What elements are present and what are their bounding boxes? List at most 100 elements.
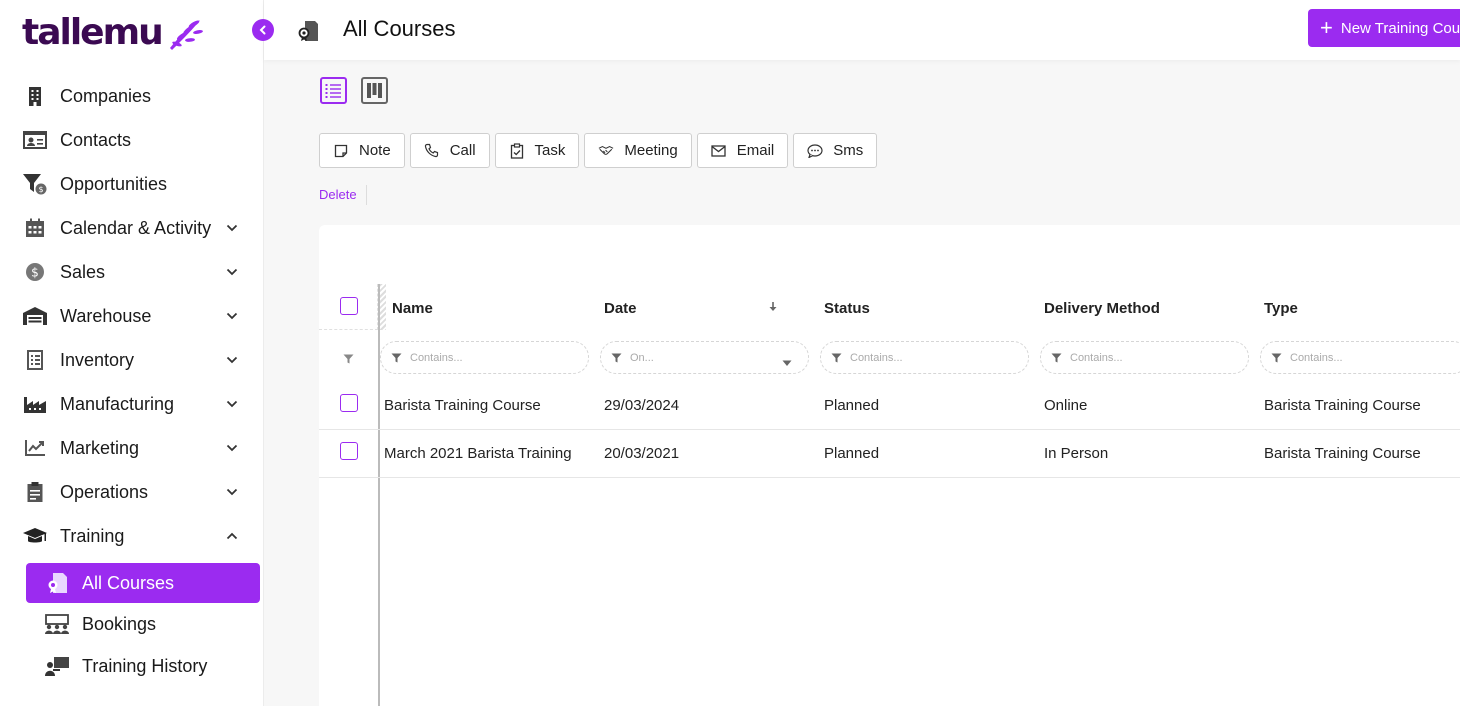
chevron-left-icon [259, 25, 266, 35]
graduation-cap-icon [22, 524, 48, 548]
factory-icon [22, 392, 48, 416]
sms-bubble-icon [807, 143, 823, 159]
task-button[interactable]: Task [494, 133, 580, 168]
filter-icon [831, 353, 842, 363]
emu-feather-icon [169, 20, 203, 50]
call-label: Call [449, 142, 476, 159]
new-training-course-label: New Training Course [1340, 19, 1460, 37]
group-icon [44, 612, 70, 636]
filter-delivery-input[interactable] [1070, 351, 1220, 364]
list-view-icon [325, 84, 341, 98]
sidebar-item-inventory[interactable]: Inventory [0, 342, 264, 378]
logo[interactable]: tallemu [22, 10, 204, 54]
svg-text:$: $ [38, 185, 43, 194]
sidebar-item-label: Contacts [60, 129, 132, 150]
board-view-button[interactable] [361, 77, 388, 104]
filter-name-input[interactable] [410, 351, 560, 364]
filter-date-input[interactable] [630, 351, 750, 364]
svg-text:$: $ [31, 266, 39, 280]
sidebar-item-companies[interactable]: Companies [0, 78, 264, 114]
sidebar-item-opportunities[interactable]: $ Opportunities [0, 166, 264, 202]
sidebar-item-label: Opportunities [60, 173, 168, 194]
list-view-button[interactable] [320, 77, 347, 104]
presenter-icon [44, 654, 70, 678]
sidebar-item-label: Marketing [60, 437, 140, 458]
filter-status[interactable] [820, 341, 1029, 374]
sidebar-item-manufacturing[interactable]: Manufacturing [0, 386, 264, 422]
column-header-delivery-method[interactable]: Delivery Method [1044, 300, 1160, 317]
filter-delivery-method[interactable] [1040, 341, 1249, 374]
cell-name: March 2021 Barista Training [384, 445, 572, 462]
filter-name[interactable] [380, 341, 589, 374]
column-header-name[interactable]: Name [392, 300, 433, 317]
sidebar-item-label: Warehouse [60, 305, 152, 326]
sort-descending-icon[interactable] [768, 300, 778, 318]
meeting-button[interactable]: Meeting [584, 133, 692, 168]
row-checkbox[interactable] [340, 394, 358, 412]
sidebar-subitem-bookings[interactable]: Bookings [26, 604, 260, 644]
sidebar-subitem-training-history[interactable]: Training History [26, 646, 260, 686]
sidebar-item-warehouse[interactable]: Warehouse [0, 298, 264, 334]
sidebar-subitem-label: Training History [82, 655, 208, 676]
column-header-date[interactable]: Date [604, 300, 637, 317]
page-title: All Courses [343, 16, 456, 41]
call-button[interactable]: Call [409, 133, 490, 168]
contact-card-icon [22, 128, 48, 152]
note-label: Note [359, 142, 391, 159]
email-label: Email [736, 142, 775, 159]
filter-type[interactable] [1260, 341, 1460, 374]
sidebar-subitem-all-courses[interactable]: All Courses [26, 563, 260, 603]
sms-button[interactable]: Sms [793, 133, 878, 168]
sidebar-item-label: Companies [60, 85, 152, 106]
chevron-down-icon [224, 220, 240, 236]
handshake-icon [598, 143, 614, 159]
sidebar: tallemu Companies Contacts $ Opportuniti… [0, 0, 274, 706]
toolbar-divider [366, 185, 367, 205]
filter-status-input[interactable] [850, 351, 1000, 364]
board-view-icon [367, 83, 382, 98]
logo-text: tallemu [22, 11, 164, 53]
chevron-down-icon [224, 396, 240, 412]
column-header-status[interactable]: Status [824, 300, 870, 317]
chevron-up-icon [224, 528, 240, 544]
select-all-checkbox[interactable] [340, 297, 358, 315]
trend-chart-icon [22, 436, 48, 460]
cell-delivery-method: In Person [1044, 445, 1109, 462]
delete-link[interactable]: Delete [319, 187, 357, 202]
caret-down-icon[interactable] [782, 354, 792, 372]
sidebar-item-training[interactable]: Training [0, 518, 264, 554]
sidebar-item-contacts[interactable]: Contacts [0, 122, 264, 158]
chevron-down-icon [224, 308, 240, 324]
filter-icon [1051, 353, 1062, 363]
sidebar-item-label: Sales [60, 261, 106, 282]
task-label: Task [534, 142, 566, 159]
filter-icon [1271, 353, 1282, 363]
sidebar-item-calendar-activity[interactable]: Calendar & Activity [0, 210, 264, 246]
filter-icon [391, 353, 402, 363]
sidebar-item-sales[interactable]: $ Sales [0, 254, 264, 290]
filter-type-input[interactable] [1290, 351, 1440, 364]
filter-date[interactable] [600, 341, 809, 374]
sidebar-item-marketing[interactable]: Marketing [0, 430, 264, 466]
cell-status: Planned [824, 397, 880, 414]
course-icon [296, 19, 320, 48]
pinned-column-edge [380, 284, 386, 330]
column-header-type[interactable]: Type [1264, 300, 1298, 317]
row-checkbox[interactable] [340, 442, 358, 460]
funnel-dollar-icon: $ [22, 172, 48, 196]
pinned-column-divider[interactable] [378, 284, 380, 706]
cell-type: Barista Training Course [1264, 397, 1421, 414]
envelope-icon [711, 143, 727, 159]
page-header: All Courses + New Training Course [264, 0, 1460, 60]
sidebar-item-operations[interactable]: Operations [0, 474, 264, 510]
note-button[interactable]: Note [319, 133, 405, 168]
sidebar-item-label: Manufacturing [60, 393, 175, 414]
email-button[interactable]: Email [696, 133, 789, 168]
dollar-coin-icon: $ [22, 260, 48, 284]
course-icon [44, 571, 70, 595]
collapse-sidebar-button[interactable] [252, 19, 274, 41]
cell-date: 20/03/2021 [604, 445, 680, 462]
sidebar-item-label: Inventory [60, 349, 135, 370]
note-icon [333, 143, 349, 159]
new-training-course-button[interactable]: + New Training Course [1308, 9, 1460, 47]
